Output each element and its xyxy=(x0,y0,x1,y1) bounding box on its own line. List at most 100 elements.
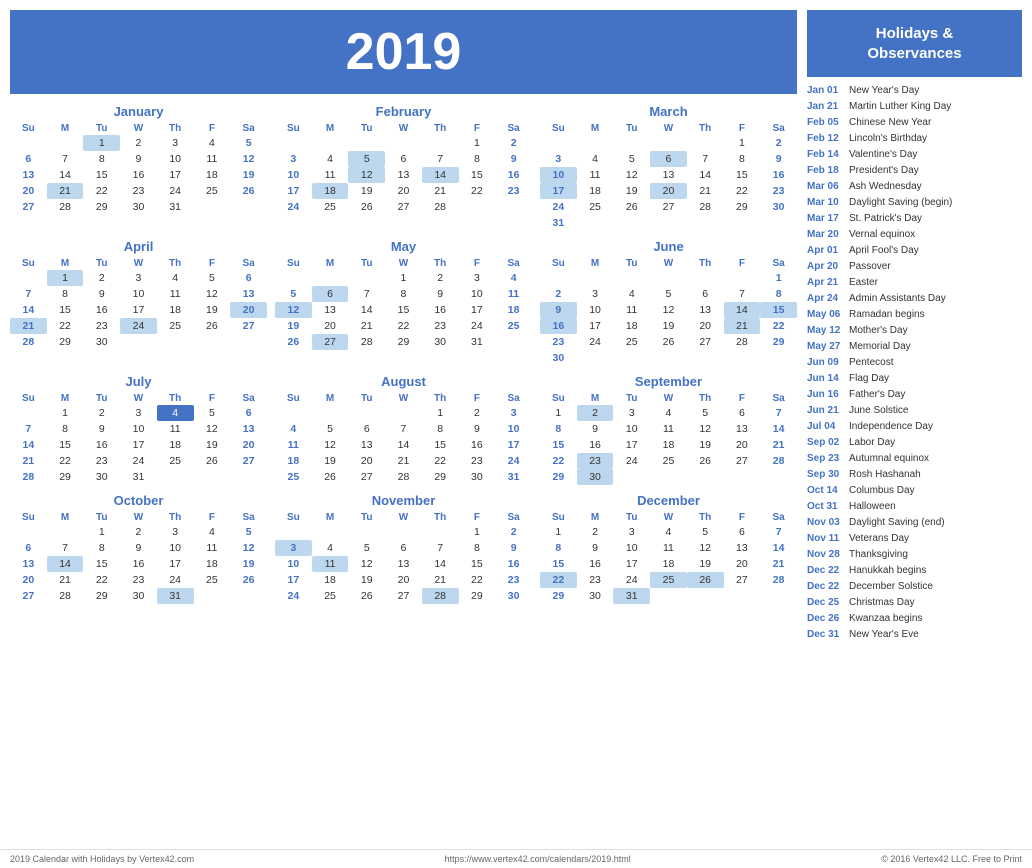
month-title-september: September xyxy=(540,374,797,389)
table-row: 30 xyxy=(577,469,614,485)
table-row: 13 xyxy=(724,421,761,437)
table-row: 17 xyxy=(577,318,614,334)
table-row xyxy=(613,350,650,366)
table-row: 3 xyxy=(495,405,532,421)
table-row xyxy=(10,524,47,540)
table-row: 14 xyxy=(348,302,385,318)
table-row: 26 xyxy=(194,453,231,469)
th-f: F xyxy=(459,511,496,524)
table-row xyxy=(230,199,267,215)
list-item: Nov 28Thanksgiving xyxy=(807,547,1022,562)
table-row: 27 xyxy=(230,453,267,469)
th-m: M xyxy=(577,257,614,270)
table-row: 24 xyxy=(577,334,614,350)
table-row: 9 xyxy=(83,421,120,437)
table-row: 2 xyxy=(495,135,532,151)
table-row xyxy=(495,334,532,350)
th-w: W xyxy=(650,122,687,135)
table-row xyxy=(724,469,761,485)
table-row: 1 xyxy=(540,524,577,540)
holiday-date: Feb 14 xyxy=(807,147,845,162)
table-row: 18 xyxy=(157,302,194,318)
table-row: 1 xyxy=(724,135,761,151)
month-table-april: Su M Tu W Th F Sa 1 2 3 4 5 xyxy=(10,257,267,350)
table-row: 18 xyxy=(312,572,349,588)
table-row: 26 xyxy=(230,572,267,588)
list-item: Feb 05Chinese New Year xyxy=(807,115,1022,130)
list-item: May 27Memorial Day xyxy=(807,339,1022,354)
table-row: 22 xyxy=(760,318,797,334)
month-table-january: Su M Tu W Th F Sa 1 2 3 4 xyxy=(10,122,267,215)
table-row xyxy=(724,588,761,604)
holiday-date: May 27 xyxy=(807,339,845,354)
table-row: 12 xyxy=(687,421,724,437)
month-table-september: Su M Tu W Th F Sa 1 2 3 4 5 6 xyxy=(540,392,797,485)
table-row xyxy=(687,215,724,231)
table-row: 22 xyxy=(47,453,84,469)
th-su: Su xyxy=(540,511,577,524)
table-row: 24 xyxy=(275,199,312,215)
holiday-date: Jun 09 xyxy=(807,355,845,370)
holiday-date: May 12 xyxy=(807,323,845,338)
table-row: 18 xyxy=(157,437,194,453)
table-row: 6 xyxy=(10,540,47,556)
holiday-name: Daylight Saving (begin) xyxy=(849,195,952,210)
table-row: 9 xyxy=(495,151,532,167)
holiday-date: Oct 14 xyxy=(807,483,845,498)
th-f: F xyxy=(459,392,496,405)
th-w: W xyxy=(385,511,422,524)
table-row: 19 xyxy=(348,183,385,199)
table-row: 17 xyxy=(120,302,157,318)
table-row: 14 xyxy=(687,167,724,183)
table-row: 25 xyxy=(650,572,687,588)
table-row: 1 xyxy=(47,405,84,421)
table-row: 15 xyxy=(459,556,496,572)
th-f: F xyxy=(459,122,496,135)
list-item: May 06Ramadan begins xyxy=(807,307,1022,322)
table-row xyxy=(275,524,312,540)
table-row: 29 xyxy=(422,469,459,485)
table-row xyxy=(687,350,724,366)
holiday-date: Dec 25 xyxy=(807,595,845,610)
table-row: 4 xyxy=(650,524,687,540)
table-row: 25 xyxy=(157,318,194,334)
calendar-section: 2019 January Su M Tu W Th F Sa xyxy=(10,10,797,835)
holiday-date: Feb 12 xyxy=(807,131,845,146)
table-row: 12 xyxy=(230,151,267,167)
table-row: 29 xyxy=(83,199,120,215)
th-tu: Tu xyxy=(613,122,650,135)
table-row: 4 xyxy=(157,405,194,421)
table-row: 18 xyxy=(194,556,231,572)
holiday-date: Apr 24 xyxy=(807,291,845,306)
table-row: 24 xyxy=(613,453,650,469)
table-row: 4 xyxy=(194,524,231,540)
table-row: 28 xyxy=(348,334,385,350)
table-row xyxy=(613,469,650,485)
th-th: Th xyxy=(687,511,724,524)
list-item: Jun 09Pentecost xyxy=(807,355,1022,370)
month-march: March Su M Tu W Th F Sa xyxy=(540,104,797,231)
table-row: 23 xyxy=(577,453,614,469)
table-row xyxy=(687,270,724,286)
month-title-may: May xyxy=(275,239,532,254)
th-m: M xyxy=(312,392,349,405)
table-row xyxy=(687,588,724,604)
th-tu: Tu xyxy=(348,122,385,135)
table-row: 16 xyxy=(760,167,797,183)
table-row: 16 xyxy=(495,167,532,183)
table-row: 17 xyxy=(120,437,157,453)
month-table-may: Su M Tu W Th F Sa 1 2 3 xyxy=(275,257,532,350)
table-row: 7 xyxy=(422,540,459,556)
table-row: 20 xyxy=(348,453,385,469)
th-sa: Sa xyxy=(230,511,267,524)
table-row xyxy=(275,405,312,421)
table-row: 31 xyxy=(495,469,532,485)
table-row: 22 xyxy=(385,318,422,334)
table-row: 5 xyxy=(687,524,724,540)
table-row: 3 xyxy=(275,540,312,556)
table-row: 19 xyxy=(348,572,385,588)
table-row: 7 xyxy=(10,421,47,437)
holiday-date: Dec 26 xyxy=(807,611,845,626)
table-row: 10 xyxy=(275,556,312,572)
table-row: 2 xyxy=(540,286,577,302)
